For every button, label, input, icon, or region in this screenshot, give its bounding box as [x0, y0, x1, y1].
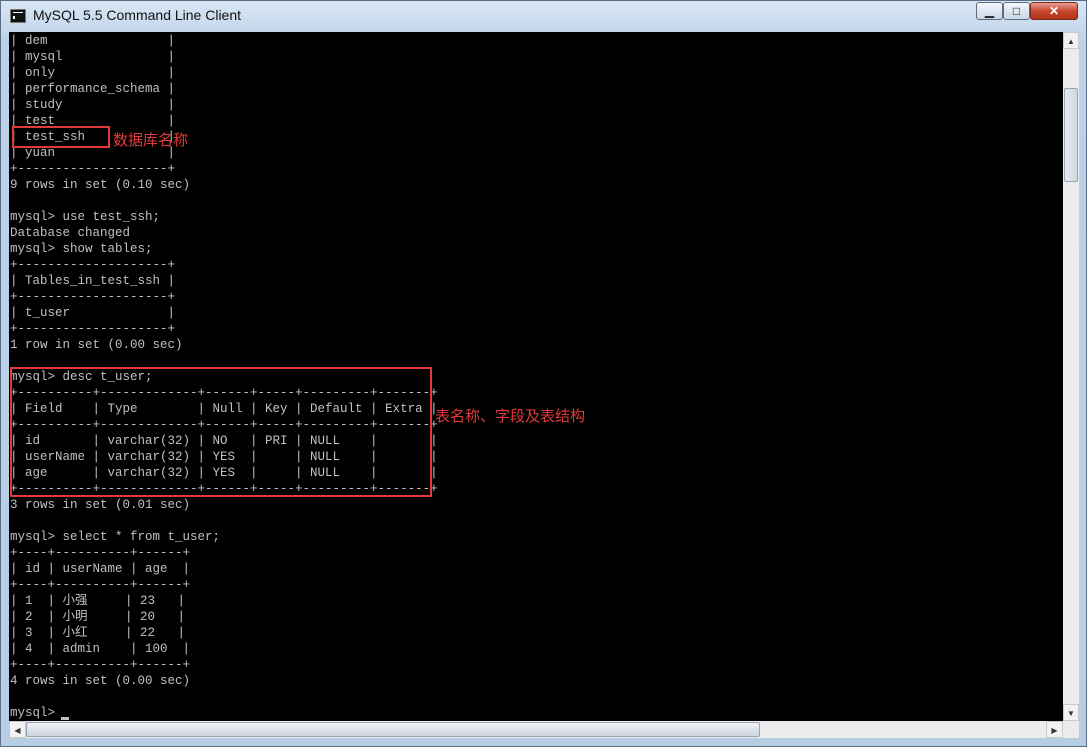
console-line: | t_user | [10, 306, 176, 320]
console-line: +--------------------+ [10, 258, 176, 272]
horizontal-scrollbar[interactable]: ◀ ▶ [9, 721, 1063, 738]
db-name-highlight-box [12, 126, 110, 148]
console-line: 3 rows in set (0.01 sec) [10, 498, 191, 512]
minimize-button[interactable]: ▁ [976, 2, 1003, 20]
console-line: | 4 | admin | 100 | [10, 642, 191, 656]
console-line: | id | userName | age | [10, 562, 191, 576]
table-structure-annotation: 表名称、字段及表结构 [435, 407, 586, 425]
close-button[interactable]: ✕ [1030, 2, 1078, 20]
console-line: +--------------------+ [10, 322, 176, 336]
console-line: 1 row in set (0.00 sec) [10, 338, 183, 352]
console-line: mysql> select * from t_user; [10, 530, 221, 544]
db-name-annotation: 数据库名称 [113, 131, 189, 149]
console-line: | dem | [10, 34, 176, 48]
console-line: | mysql | [10, 50, 176, 64]
horizontal-scroll-thumb[interactable] [26, 722, 760, 737]
console-line: +----+----------+------+ [10, 658, 191, 672]
console-line: +----+----------+------+ [10, 578, 191, 592]
title-bar[interactable]: MySQL 5.5 Command Line Client ▁ □ ✕ [1, 1, 1086, 31]
window-title: MySQL 5.5 Command Line Client [33, 7, 242, 23]
console-line: +--------------------+ [10, 290, 176, 304]
console-line: | performance_schema | [10, 82, 176, 96]
console-line: +----+----------+------+ [10, 546, 191, 560]
console-line: | 3 | 小红 | 22 | [10, 626, 186, 640]
vertical-scroll-thumb[interactable] [1064, 88, 1078, 182]
console-line: | study | [10, 98, 176, 112]
maximize-button[interactable]: □ [1003, 2, 1030, 20]
console-line: mysql> show tables; [10, 242, 153, 256]
terminal-icon[interactable] [10, 9, 26, 23]
resize-grip[interactable] [1063, 721, 1079, 738]
scroll-down-icon[interactable]: ▼ [1063, 704, 1079, 721]
console-line: Database changed [10, 226, 131, 240]
console-line: | 2 | 小明 | 20 | [10, 610, 186, 624]
text-cursor [61, 717, 69, 720]
console-line: +--------------------+ [10, 162, 176, 176]
console-line: mysql> use test_ssh; [10, 210, 161, 224]
console-line: | 1 | 小强 | 23 | [10, 594, 186, 608]
console-line: mysql> [10, 706, 63, 720]
console-window: MySQL 5.5 Command Line Client ▁ □ ✕ | de… [0, 0, 1087, 747]
scroll-left-icon[interactable]: ◀ [9, 721, 26, 738]
console-line: 4 rows in set (0.00 sec) [10, 674, 191, 688]
scroll-right-icon[interactable]: ▶ [1046, 721, 1063, 738]
console-line: | only | [10, 66, 176, 80]
table-structure-highlight-box [10, 367, 432, 497]
scroll-up-icon[interactable]: ▲ [1063, 32, 1079, 49]
console-output[interactable]: | dem | | mysql | | only | | performance_sc… [9, 32, 1063, 721]
console-line: 9 rows in set (0.10 sec) [10, 178, 191, 192]
vertical-scrollbar[interactable]: ▲ ▼ [1063, 32, 1079, 721]
console-line: | Tables_in_test_ssh | [10, 274, 176, 288]
